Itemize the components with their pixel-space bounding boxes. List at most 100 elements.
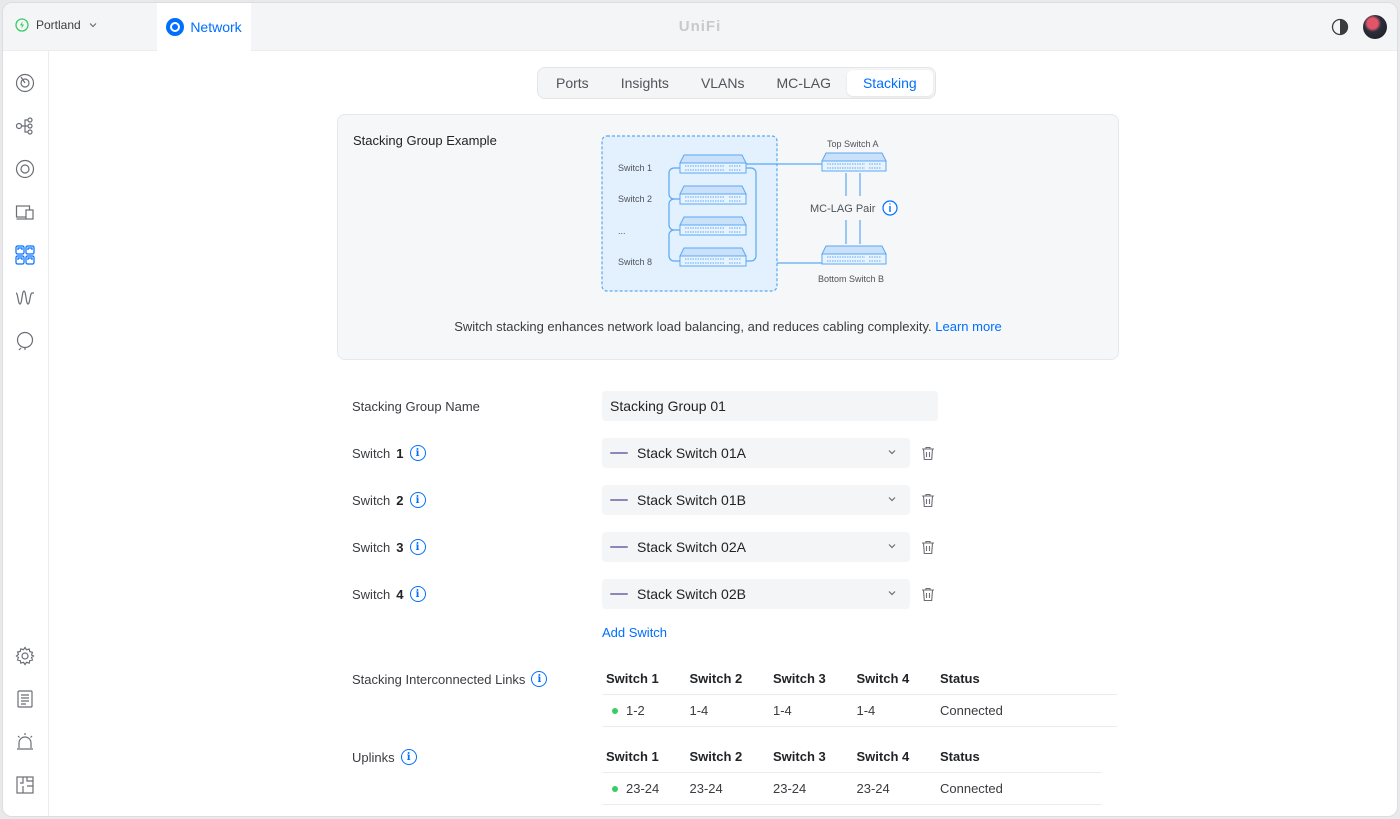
switch-label-text: Switch [352, 586, 391, 602]
switch-1-label: Switch 1 i [352, 445, 426, 461]
status-cell: Connected [940, 781, 1003, 796]
radius-icon[interactable] [14, 330, 36, 352]
switch-1-select[interactable]: Stack Switch 01A [602, 438, 910, 468]
header-cell: Switch 1 [606, 671, 659, 686]
app-tab-network[interactable]: Network [157, 3, 251, 51]
stack-switch-1-graphic [679, 154, 747, 174]
info-icon[interactable]: i [409, 445, 426, 461]
caption-text: Switch stacking enhances network load ba… [454, 319, 932, 334]
diagram-label-bottom-switch: Bottom Switch B [818, 274, 884, 284]
info-icon[interactable]: i [409, 586, 426, 602]
topology-icon[interactable] [14, 115, 36, 137]
switch-number: 4 [396, 586, 404, 602]
logs-icon[interactable] [14, 688, 36, 710]
switch-2-select[interactable]: Stack Switch 01B [602, 485, 910, 515]
links-label-text: Stacking Interconnected Links [352, 671, 526, 687]
group-name-label-text: Stacking Group Name [352, 399, 480, 414]
theme-toggle-icon[interactable] [1331, 18, 1349, 36]
switch-3-value: Stack Switch 02A [637, 539, 746, 555]
switch-3-select[interactable]: Stack Switch 02A [602, 532, 910, 562]
header-cell: Switch 2 [689, 749, 743, 764]
table-cell: 1-4 [689, 703, 709, 718]
status-dot [612, 785, 618, 792]
floorplan-icon[interactable] [14, 774, 36, 796]
insights-icon[interactable] [14, 287, 36, 309]
info-icon[interactable]: i [409, 539, 426, 555]
switch-3-label: Switch 3 i [352, 539, 426, 555]
tab-mc-lag[interactable]: MC-LAG [761, 70, 847, 96]
diagram-label-switch-8: Switch 8 [618, 257, 652, 267]
site-name: Portland [36, 18, 81, 32]
trash-icon[interactable] [920, 445, 936, 461]
switch-2-value: Stack Switch 01B [637, 492, 746, 508]
example-title: Stacking Group Example [353, 133, 497, 148]
site-selector[interactable]: Portland [15, 18, 98, 32]
tab-stacking[interactable]: Stacking [846, 70, 933, 96]
diagram-label-top-switch: Top Switch A [827, 139, 879, 149]
info-icon[interactable]: i [531, 671, 548, 687]
settings-icon[interactable] [14, 645, 36, 667]
switch-number: 3 [396, 539, 404, 555]
switch-color-indicator [610, 546, 628, 548]
info-icon[interactable]: i [400, 749, 417, 765]
tab-vlans[interactable]: VLANs [685, 70, 761, 96]
chevron-down-icon [89, 23, 97, 28]
diagram-label-switch-1: Switch 1 [618, 163, 652, 173]
diagram-label-ellipsis: ... [618, 226, 626, 236]
mc-lag-info-icon[interactable] [882, 200, 898, 216]
uplinks-table: Switch 1 Switch 2 Switch 3 Switch 4 Stat… [602, 741, 1102, 805]
status-dot [612, 707, 618, 714]
diagram-label-switch-2: Switch 2 [618, 194, 652, 204]
dashboard-icon[interactable] [14, 72, 36, 94]
header-cell: Switch 4 [856, 749, 910, 764]
switch-color-indicator [610, 499, 628, 501]
header-cell: Status [940, 749, 980, 764]
info-icon[interactable]: i [409, 492, 426, 508]
table-cell: 23-24 [773, 781, 807, 796]
links-table: Switch 1 Switch 2 Switch 3 Switch 4 Stat… [602, 663, 1117, 727]
trash-icon[interactable] [920, 586, 936, 602]
group-name-input[interactable]: Stacking Group 01 [602, 391, 938, 421]
switch-color-indicator [610, 593, 628, 595]
trash-icon[interactable] [920, 539, 936, 555]
header-cell: Switch 2 [689, 671, 743, 686]
trash-icon[interactable] [920, 492, 936, 508]
switch-color-indicator [610, 452, 628, 454]
top-bar: Portland Network UniFi [3, 3, 1397, 51]
app-name: Network [190, 19, 242, 35]
tab-ports[interactable]: Ports [540, 70, 605, 96]
cell-value: 1-2 [626, 703, 645, 718]
alarm-icon[interactable] [14, 731, 36, 753]
learn-more-link[interactable]: Learn more [935, 319, 1001, 334]
links-label: Stacking Interconnected Links i [352, 671, 548, 687]
app-window: Portland Network UniFi Ports Insights VL… [2, 2, 1398, 817]
client-devices-icon[interactable] [14, 201, 36, 223]
chevron-down-icon [888, 544, 896, 549]
switch-4-select[interactable]: Stack Switch 02B [602, 579, 910, 609]
table-cell: 1-4 [773, 703, 792, 718]
switch-2-label: Switch 2 i [352, 492, 426, 508]
stacking-example-card: Stacking Group Example Switch 1 Switch 2… [337, 114, 1119, 360]
cell-value: 23-24 [626, 781, 660, 796]
header-cell: Switch 1 [606, 749, 659, 764]
switch-number: 2 [396, 492, 404, 508]
top-switch-graphic [821, 152, 887, 172]
table-cell: 23-24 [602, 781, 686, 796]
example-caption: Switch stacking enhances network load ba… [338, 319, 1118, 334]
ports-icon[interactable] [14, 244, 36, 266]
stacking-diagram: Switch 1 Switch 2 ... Switch 8 Top Switc… [601, 135, 898, 292]
table-row: 23-24 23-24 23-24 23-24 Connected [602, 773, 1102, 805]
group-name-label: Stacking Group Name [352, 399, 480, 414]
stack-switch-n-graphic [679, 216, 747, 236]
devices-icon[interactable] [14, 158, 36, 180]
chevron-down-icon [888, 591, 896, 596]
user-avatar[interactable] [1363, 15, 1387, 39]
table-cell: 1-4 [856, 703, 876, 718]
switch-4-label: Switch 4 i [352, 586, 426, 602]
tab-insights[interactable]: Insights [605, 70, 685, 96]
switch-1-value: Stack Switch 01A [637, 445, 746, 461]
header-cell: Switch 3 [773, 749, 826, 764]
network-app-icon [166, 18, 185, 36]
chevron-down-icon [888, 450, 896, 455]
add-switch-link[interactable]: Add Switch [602, 625, 667, 640]
